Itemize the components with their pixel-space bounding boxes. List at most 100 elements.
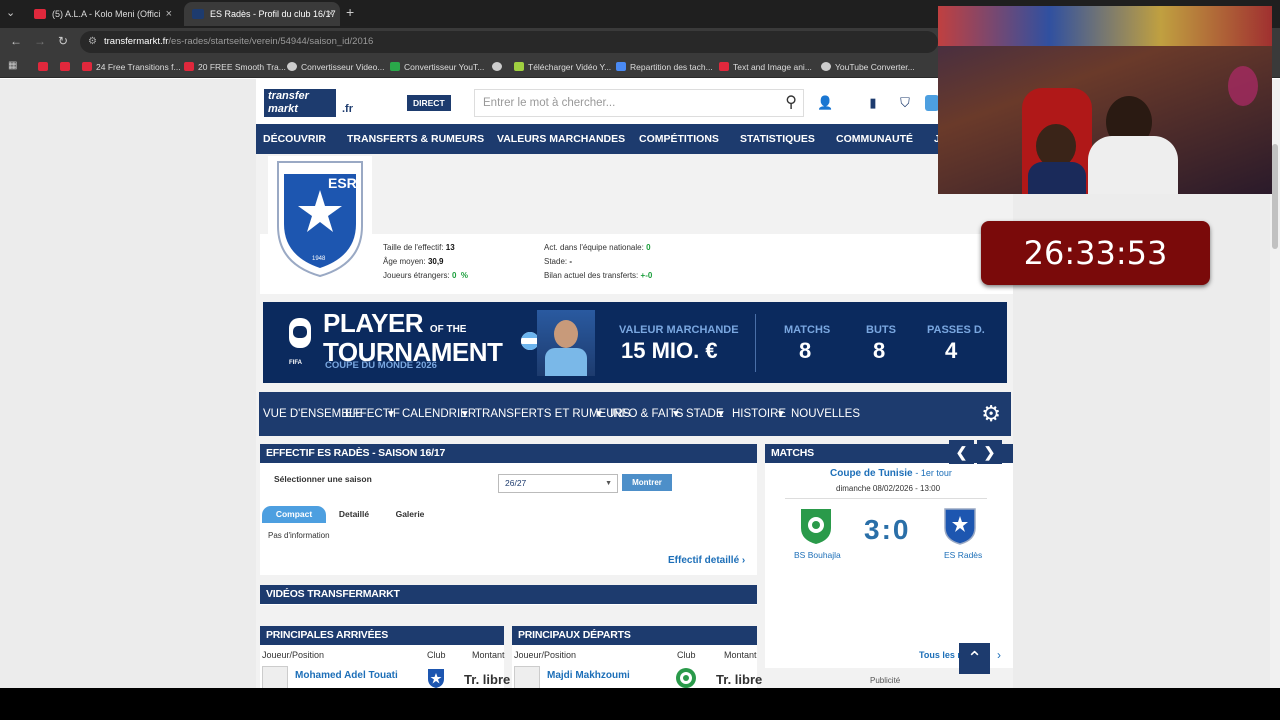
direct-button[interactable]: DIRECT xyxy=(407,95,451,111)
site-info-icon[interactable]: ⚙ xyxy=(88,31,97,53)
reload-icon[interactable]: ↻ xyxy=(58,34,68,48)
away-club-crest-icon[interactable] xyxy=(942,506,978,546)
fifa-label: FIFA xyxy=(289,360,302,366)
arrivals-box: PRINCIPALES ARRIVÉES Joueur/Position Clu… xyxy=(260,626,510,688)
svg-text:1948: 1948 xyxy=(312,256,326,262)
detailed-squad-link[interactable]: Effectif detaillé › xyxy=(668,555,745,566)
site-header: transfer markt .fr DIRECT Entrer le mot … xyxy=(256,79,1013,124)
ad-stat-label: BUTS xyxy=(866,324,896,336)
nav-decouvrir[interactable]: DÉCOUVRIR xyxy=(263,124,326,154)
season-select[interactable]: 26/27 ▼ xyxy=(498,474,618,493)
transfer-fee: Tr. libre xyxy=(464,672,511,687)
matches-prev-button[interactable]: ❮ xyxy=(949,440,974,464)
search-icon[interactable]: ⚲ xyxy=(785,90,797,116)
matches-next-button[interactable]: ❯ xyxy=(977,440,1002,464)
nav-transferts-rumeurs[interactable]: TRANSFERTS & RUMEURS xyxy=(347,124,484,154)
ad-stat-label: PASSES D. xyxy=(927,324,985,336)
user-search-icon[interactable]: 👤 xyxy=(817,95,833,111)
tab-compact[interactable]: Compact xyxy=(262,506,326,523)
ad-stat-value: 4 xyxy=(945,338,958,363)
bookmark-item[interactable]: Repartition des tach... xyxy=(616,60,713,74)
tab-title: (5) A.L.A - Kolo Meni (Offici xyxy=(52,9,161,19)
club-crest-icon[interactable] xyxy=(675,667,697,688)
url-input[interactable]: ⚙ transfermarkt.fr/es-rades/startseite/v… xyxy=(80,31,938,53)
gear-icon[interactable]: ⚙ xyxy=(981,402,1001,426)
account-icon[interactable] xyxy=(925,95,939,111)
stat-stadium: Stade: - xyxy=(544,257,573,266)
new-tab-button[interactable]: + xyxy=(346,4,354,20)
stat-squad-size: Taille de l'effectif: 13 xyxy=(383,243,455,252)
apps-grid-icon[interactable]: ▦ xyxy=(8,60,17,71)
ad-stat-value: 15 MIO. € xyxy=(621,338,718,363)
ad-stat-label: MATCHS xyxy=(784,324,831,336)
home-team-name[interactable]: BS Bouhajla xyxy=(794,550,841,560)
close-icon[interactable]: × xyxy=(328,2,334,26)
bookmark-item[interactable]: 24 Free Transitions f... xyxy=(82,60,181,74)
chevron-down-icon: ▾ xyxy=(388,408,394,420)
squad-box: EFFECTIF ES RADÈS - SAISON 16/17 Sélecti… xyxy=(260,444,757,575)
match-competition[interactable]: Coupe de Tunisie - 1er tour xyxy=(830,468,952,479)
ad-title: PLAYER OF THE TOURNAMENT xyxy=(323,308,503,367)
bookmark-item[interactable]: Text and Image ani... xyxy=(719,60,812,74)
bookmark-item[interactable]: Télécharger Vidéo Y... xyxy=(514,60,611,74)
player-photo xyxy=(537,310,595,376)
tab-youtube[interactable]: (5) A.L.A - Kolo Meni (Offici × xyxy=(26,2,178,26)
youtube-icon xyxy=(38,62,48,71)
person-right-shirt xyxy=(1088,136,1178,194)
bookmark-item[interactable]: 20 FREE Smooth Tra... xyxy=(184,60,286,74)
player-avatar xyxy=(514,666,540,688)
tab-transfermarkt[interactable]: ES Radès - Profil du club 16/17 × xyxy=(184,2,340,26)
fifa-trophy-icon xyxy=(289,318,311,348)
scroll-to-top-button[interactable]: ⌃ xyxy=(959,643,990,674)
close-icon[interactable]: × xyxy=(166,2,172,26)
tab-search-chevron-icon[interactable]: ⌄ xyxy=(6,6,15,19)
club-crest: ESR 1948 xyxy=(268,156,372,280)
shield-icon[interactable]: ⛉ xyxy=(897,95,913,111)
bookmark-item[interactable]: YouTube Converter... xyxy=(821,60,915,74)
chevron-right-icon: › xyxy=(741,555,746,566)
back-arrow-icon[interactable]: ← xyxy=(10,34,22,48)
forward-arrow-icon[interactable]: → xyxy=(34,34,46,48)
nav-valeurs-marchandes[interactable]: VALEURS MARCHANDES xyxy=(497,124,625,154)
home-club-crest-icon[interactable] xyxy=(798,506,834,546)
globe-icon xyxy=(287,62,297,71)
club-crest-icon[interactable] xyxy=(426,667,446,688)
transfermarkt-logo[interactable]: transfer markt xyxy=(264,89,336,117)
scrollbar-thumb[interactable] xyxy=(1272,144,1278,249)
tab-detaille[interactable]: Detaillé xyxy=(330,506,378,523)
match-score[interactable]: 3:0 xyxy=(864,514,910,546)
ad-stat-label: VALEUR MARCHANDE xyxy=(619,324,739,336)
chevron-right-icon[interactable]: › xyxy=(997,648,1001,662)
show-button[interactable]: Montrer xyxy=(622,474,672,491)
player-link[interactable]: Mohamed Adel Touati xyxy=(295,670,398,681)
nav-competitions[interactable]: COMPÉTITIONS xyxy=(639,124,719,154)
nav-statistiques[interactable]: STATISTIQUES xyxy=(740,124,815,154)
ad-subtitle: COUPE DU MONDE 2026 xyxy=(325,360,437,371)
bookmark-item[interactable]: Convertisseur YouT... xyxy=(390,60,484,74)
stat-average-age: Âge moyen: 30,9 xyxy=(383,257,444,266)
chevron-down-icon: ▾ xyxy=(673,408,679,420)
globe-icon xyxy=(492,62,502,71)
club-banner xyxy=(260,154,1013,234)
nav-communaute[interactable]: COMMUNAUTÉ xyxy=(836,124,913,154)
download-icon xyxy=(514,62,524,71)
divider xyxy=(785,498,987,499)
ad-banner[interactable]: FIFA PLAYER OF THE TOURNAMENT COUPE DU M… xyxy=(263,302,1007,383)
subnav-nouvelles[interactable]: NOUVELLES xyxy=(791,392,860,436)
ad-stat-value: 8 xyxy=(873,338,886,363)
countdown-timer: 26:33:53 xyxy=(981,221,1210,285)
chevron-down-icon: ▼ xyxy=(605,480,612,487)
bookmark-item[interactable]: Convertisseur Video... xyxy=(287,60,384,74)
ad-label: Publicité xyxy=(870,676,901,685)
player-link[interactable]: Majdi Makhzoumi xyxy=(547,670,630,681)
person-left-shirt xyxy=(1028,162,1086,194)
away-team-name[interactable]: ES Radès xyxy=(944,550,982,560)
search-input[interactable]: Entrer le mot à chercher... ⚲ xyxy=(474,89,804,117)
season-select-label: Sélectionner une saison xyxy=(274,474,372,484)
player-avatar xyxy=(262,666,288,688)
tab-galerie[interactable]: Galerie xyxy=(386,506,434,523)
bookmark-icon[interactable]: ▮ xyxy=(865,95,881,111)
subnav-transferts[interactable]: TRANSFERTS ET RUMEURS xyxy=(475,392,630,436)
column-header: Club xyxy=(677,650,696,660)
youtube-icon xyxy=(719,62,729,71)
